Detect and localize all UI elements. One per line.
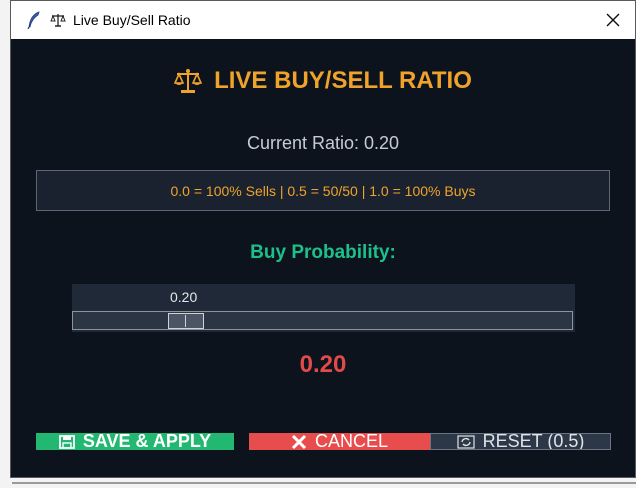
reset-button[interactable]: RESET (0.5) <box>430 433 611 450</box>
slider-thumb[interactable] <box>168 313 204 329</box>
screen: Live Buy/Sell Ratio LIVE BUY/SELL RATIO … <box>0 0 636 488</box>
heading-text: LIVE BUY/SELL RATIO <box>214 67 472 94</box>
dialog-window: Live Buy/Sell Ratio LIVE BUY/SELL RATIO … <box>10 0 636 478</box>
close-icon <box>606 13 620 27</box>
save-apply-button[interactable]: SAVE & APPLY <box>36 433 234 450</box>
buy-probability-label: Buy Probability: <box>250 242 396 263</box>
window-title: Live Buy/Sell Ratio <box>73 12 191 28</box>
feather-icon <box>23 9 45 31</box>
title-bar[interactable]: Live Buy/Sell Ratio <box>11 1 635 39</box>
dialog-content: LIVE BUY/SELL RATIO Current Ratio: 0.20 … <box>11 39 635 477</box>
refresh-icon <box>457 434 475 449</box>
reset-label: RESET (0.5) <box>482 433 585 450</box>
slider-thumb-grip <box>185 315 186 327</box>
floppy-disk-icon <box>58 434 75 449</box>
buy-probability-slider[interactable]: 0.20 <box>72 284 575 332</box>
divider <box>12 482 636 484</box>
scale-icon <box>174 68 203 94</box>
scale-icon <box>49 11 67 29</box>
info-box: 0.0 = 100% Sells | 0.5 = 50/50 | 1.0 = 1… <box>36 170 610 211</box>
slider-value-label: 0.20 <box>170 289 198 305</box>
x-icon <box>291 434 307 449</box>
probability-value: 0.20 <box>299 351 347 378</box>
close-button[interactable] <box>591 1 635 39</box>
current-ratio-text: Current Ratio: 0.20 <box>246 133 400 153</box>
cancel-label: CANCEL <box>314 433 389 450</box>
slider-track[interactable] <box>72 311 573 330</box>
background-window-edge <box>0 0 10 488</box>
info-text: 0.0 = 100% Sells | 0.5 = 50/50 | 1.0 = 1… <box>170 182 476 199</box>
save-apply-label: SAVE & APPLY <box>82 433 212 450</box>
cancel-button[interactable]: CANCEL <box>249 433 430 450</box>
page-title: LIVE BUY/SELL RATIO <box>11 67 635 95</box>
